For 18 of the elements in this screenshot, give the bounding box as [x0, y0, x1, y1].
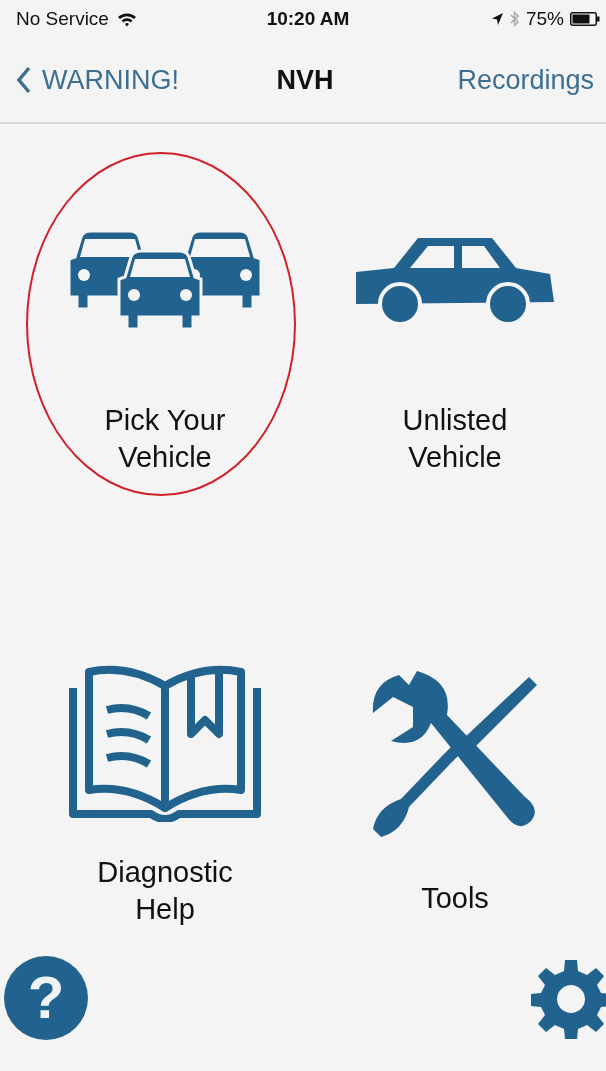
tile-label[interactable]: Pick Your Vehicle	[75, 402, 255, 476]
recordings-button[interactable]: Recordings	[384, 64, 594, 96]
location-arrow-icon	[490, 12, 504, 26]
cars-icon[interactable]	[67, 229, 263, 331]
settings-icon[interactable]	[530, 958, 606, 1040]
clock-text: 10:20 AM	[266, 8, 350, 30]
tile-label[interactable]: Diagnostic Help	[75, 854, 255, 928]
bluetooth-icon	[509, 10, 520, 28]
screen-title: NVH	[276, 64, 334, 96]
back-button[interactable]: WARNING!	[16, 64, 226, 96]
battery-icon	[570, 12, 600, 26]
battery-percent: 75%	[525, 8, 564, 30]
wifi-icon	[116, 11, 137, 27]
chevron-left-icon	[16, 66, 32, 94]
help-button[interactable]: ?	[4, 956, 88, 1040]
tile-label[interactable]: Unlisted Vehicle	[365, 402, 545, 476]
tile-label[interactable]: Tools	[365, 880, 545, 917]
carrier-text: No Service	[16, 8, 109, 30]
